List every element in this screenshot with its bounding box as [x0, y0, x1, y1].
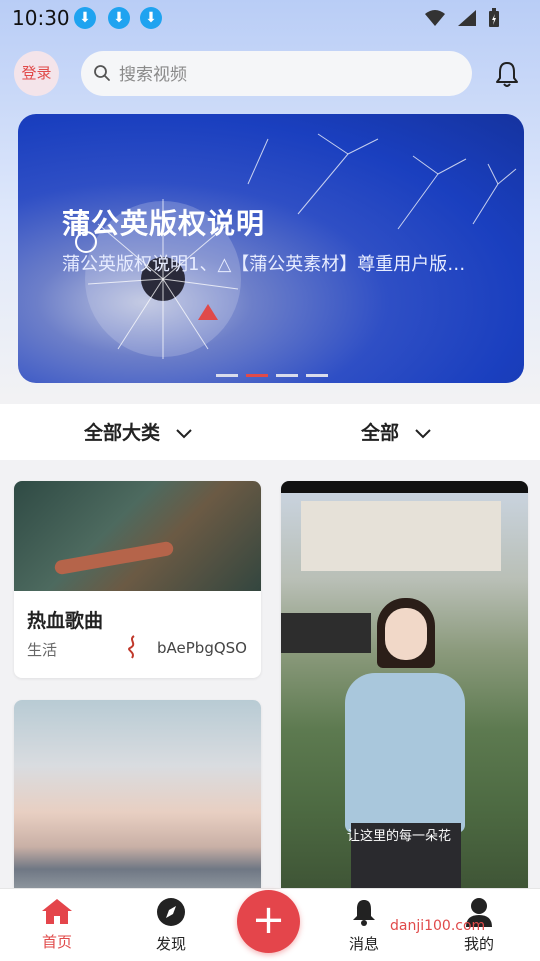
- sort-filter-dropdown[interactable]: 全部: [361, 418, 432, 445]
- banner-title: 蒲公英版权说明: [62, 207, 266, 240]
- video-thumbnail: [14, 700, 261, 888]
- battery-icon: [489, 7, 499, 27]
- video-caption: 让这里的每一朵花: [347, 829, 452, 844]
- chevron-down-icon: [175, 428, 192, 438]
- wifi-icon: [424, 9, 445, 26]
- category-filter-dropdown[interactable]: 全部大类: [84, 418, 193, 445]
- site-watermark: danji100.com: [390, 918, 486, 934]
- banner-carousel[interactable]: 蒲公英版权说明 蒲公英版权说明1、△【蒲公英素材】尊重用户版…: [18, 114, 524, 383]
- download-icon: ⬇: [108, 7, 130, 29]
- sort-filter-label: 全部: [361, 422, 400, 444]
- carousel-dot[interactable]: [276, 374, 298, 377]
- author-avatar: [128, 635, 135, 659]
- nav-discover-label: 发现: [155, 935, 186, 953]
- nav-messages[interactable]: 消息: [334, 897, 394, 954]
- download-icon: ⬇: [140, 7, 162, 29]
- video-thumbnail: [14, 481, 261, 591]
- category-filter-label: 全部大类: [84, 422, 161, 444]
- banner-subtitle: 蒲公英版权说明1、△【蒲公英素材】尊重用户版…: [62, 254, 466, 275]
- status-time: 10:30: [12, 6, 70, 30]
- chevron-down-icon: [414, 428, 431, 438]
- notification-bell-icon[interactable]: [494, 60, 520, 88]
- home-icon: [42, 899, 72, 924]
- nav-home-label: 首页: [41, 933, 72, 951]
- video-card[interactable]: [14, 700, 261, 888]
- video-title: 热血歌曲: [27, 610, 104, 632]
- banner-dandelion-image: [75, 133, 517, 359]
- bell-icon: [353, 900, 375, 926]
- video-author: bAePbgQSO: [157, 639, 247, 657]
- nav-profile-label: 我的: [463, 935, 494, 953]
- download-icon: ⬇: [74, 7, 96, 29]
- signal-icon: [457, 9, 476, 26]
- nav-messages-label: 消息: [348, 935, 379, 953]
- search-icon: [94, 65, 110, 81]
- search-input[interactable]: [117, 51, 461, 98]
- search-bar[interactable]: [81, 51, 472, 98]
- video-card[interactable]: 让这里的每一朵花: [281, 481, 528, 888]
- system-icons: [418, 7, 500, 28]
- nav-discover[interactable]: 发现: [141, 897, 201, 954]
- carousel-indicator: [216, 362, 336, 381]
- carousel-dot-active[interactable]: [246, 374, 268, 377]
- compass-icon: [157, 898, 185, 926]
- carousel-dot[interactable]: [216, 374, 238, 377]
- carousel-dot[interactable]: [306, 374, 328, 377]
- nav-home[interactable]: 首页: [27, 897, 87, 952]
- status-bar: 10:30 ⬇ ⬇ ⬇: [0, 0, 540, 36]
- create-post-button[interactable]: +: [237, 890, 300, 953]
- filter-bar: 全部大类 全部: [0, 404, 540, 460]
- login-button[interactable]: 登录: [14, 51, 59, 96]
- video-category: 生活: [27, 641, 58, 659]
- video-card[interactable]: 热血歌曲 生活 bAePbgQSO: [14, 481, 261, 678]
